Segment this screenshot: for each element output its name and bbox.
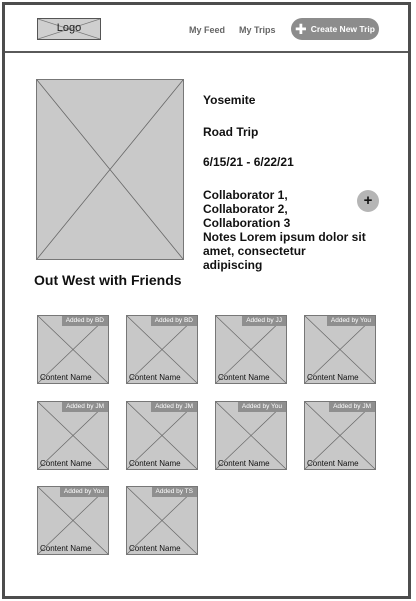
added-by-badge: Added by JM [62, 402, 108, 412]
image-placeholder-icon [37, 80, 183, 259]
added-by-badge: Added by JM [329, 402, 375, 412]
content-name: Content Name [307, 459, 359, 468]
create-new-trip-label: Create New Trip [310, 24, 375, 34]
content-card[interactable]: Added by BD Content Name [37, 315, 109, 384]
content-card[interactable]: Added by You Content Name [215, 401, 287, 470]
create-new-trip-button[interactable]: ✚ Create New Trip [291, 18, 379, 40]
content-card[interactable]: Added by You Content Name [37, 486, 109, 555]
trip-cover-image[interactable] [36, 79, 184, 260]
plus-icon: + [363, 192, 373, 209]
trip-notes: Notes Lorem ipsum dolor sit amet, consec… [203, 230, 366, 272]
content-name: Content Name [307, 373, 359, 382]
content-name: Content Name [40, 373, 92, 382]
added-by-badge: Added by JJ [242, 316, 286, 326]
trip-dates: 6/15/21 - 6/22/21 [203, 155, 294, 169]
trip-title: Yosemite [203, 93, 256, 107]
added-by-badge: Added by You [237, 402, 286, 412]
content-card[interactable]: Added by JM Content Name [126, 401, 198, 470]
content-name: Content Name [40, 459, 92, 468]
nav-my-feed[interactable]: My Feed [189, 25, 225, 35]
content-card[interactable]: Added by TS Content Name [126, 486, 198, 555]
content-name: Content Name [129, 544, 181, 553]
content-name: Content Name [40, 544, 92, 553]
content-name: Content Name [129, 459, 181, 468]
trip-collaborators: Collaborator 1, Collaborator 2, Collabor… [203, 188, 291, 230]
content-card[interactable]: Added by JJ Content Name [215, 315, 287, 384]
added-by-badge: Added by You [326, 316, 375, 326]
logo-label: Logo [56, 22, 82, 34]
content-name: Content Name [129, 373, 181, 382]
added-by-badge: Added by BD [61, 316, 108, 326]
trip-type: Road Trip [203, 125, 259, 139]
added-by-badge: Added by BD [150, 316, 197, 326]
app-frame: Logo My Feed My Trips ✚ Create New Trip … [2, 2, 411, 599]
added-by-badge: Added by TS [151, 487, 197, 497]
content-card[interactable]: Added by You Content Name [304, 315, 376, 384]
content-card[interactable]: Added by BD Content Name [126, 315, 198, 384]
logo[interactable]: Logo [37, 18, 101, 40]
added-by-badge: Added by JM [151, 402, 197, 412]
content-name: Content Name [218, 373, 270, 382]
content-card[interactable]: Added by JM Content Name [304, 401, 376, 470]
nav-my-trips[interactable]: My Trips [239, 25, 276, 35]
album-title: Out West with Friends [34, 272, 182, 288]
content-card[interactable]: Added by JM Content Name [37, 401, 109, 470]
add-collaborator-button[interactable]: + [357, 190, 379, 212]
added-by-badge: Added by You [59, 487, 108, 497]
content-name: Content Name [218, 459, 270, 468]
plus-icon: ✚ [295, 21, 307, 37]
header-bar: Logo My Feed My Trips ✚ Create New Trip [5, 5, 408, 53]
